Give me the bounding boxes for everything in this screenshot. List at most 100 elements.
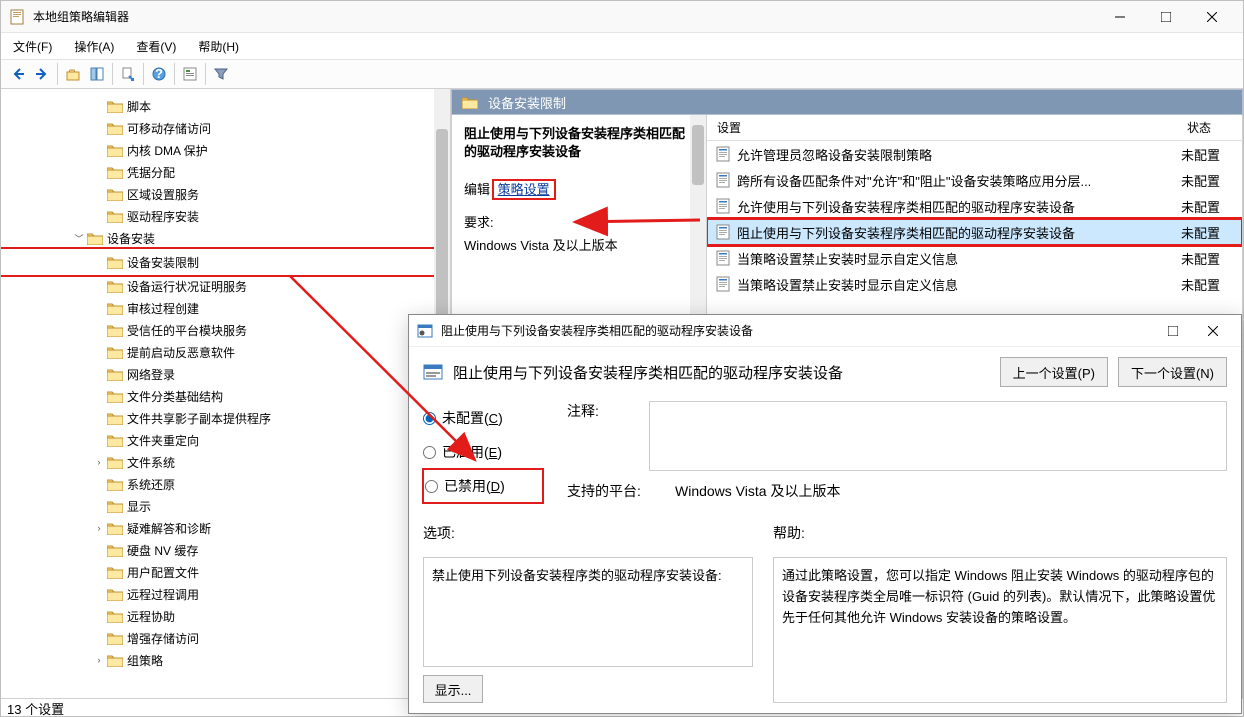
dialog-titlebar: 阻止使用与下列设备安装程序类相匹配的驱动程序安装设备 xyxy=(409,315,1241,347)
tree-node[interactable]: 远程协助 xyxy=(1,605,450,627)
previous-setting-button[interactable]: 上一个设置(P) xyxy=(1000,357,1108,387)
up-level-button[interactable] xyxy=(62,63,84,85)
expand-toggle-icon[interactable] xyxy=(91,278,107,294)
filter-button[interactable] xyxy=(210,63,232,85)
expand-toggle-icon[interactable]: ﹀ xyxy=(71,230,87,246)
tree-node[interactable]: ﹀设备安装 xyxy=(1,227,450,249)
dialog-body: 阻止使用与下列设备安装程序类相匹配的驱动程序安装设备 上一个设置(P) 下一个设… xyxy=(409,347,1241,713)
help-button[interactable]: ? xyxy=(148,63,170,85)
menu-action[interactable]: 操作(A) xyxy=(70,36,118,57)
radio-not-configured[interactable]: 未配置(C) xyxy=(423,401,543,435)
forward-button[interactable] xyxy=(31,63,53,85)
expand-toggle-icon[interactable]: › xyxy=(91,652,107,668)
list-row[interactable]: 阻止使用与下列设备安装程序类相匹配的驱动程序安装设备未配置 xyxy=(707,219,1242,245)
expand-toggle-icon[interactable] xyxy=(91,432,107,448)
tree-node-label: 文件夹重定向 xyxy=(127,432,199,449)
list-row[interactable]: 当策略设置禁止安装时显示自定义信息未配置 xyxy=(707,245,1242,271)
show-hide-tree-button[interactable] xyxy=(86,63,108,85)
expand-toggle-icon[interactable] xyxy=(91,498,107,514)
dialog-close-button[interactable] xyxy=(1193,317,1233,345)
expand-toggle-icon[interactable] xyxy=(91,410,107,426)
tree-node-label: 受信任的平台模块服务 xyxy=(127,322,247,339)
tree-node[interactable]: 用户配置文件 xyxy=(1,561,450,583)
show-button[interactable]: 显示... xyxy=(423,675,483,703)
minimize-button[interactable] xyxy=(1097,1,1143,33)
edit-policy-link[interactable]: 策略设置 xyxy=(494,181,554,198)
tree-node[interactable]: 提前启动反恶意软件 xyxy=(1,341,450,363)
next-setting-button[interactable]: 下一个设置(N) xyxy=(1118,357,1227,387)
tree-node[interactable]: ›疑难解答和诊断 xyxy=(1,517,450,539)
list-row[interactable]: 允许使用与下列设备安装程序类相匹配的驱动程序安装设备未配置 xyxy=(707,193,1242,219)
tree-node[interactable]: 文件夹重定向 xyxy=(1,429,450,451)
tree-node[interactable]: 增强存储访问 xyxy=(1,627,450,649)
tree-node[interactable]: 脚本 xyxy=(1,95,450,117)
expand-toggle-icon[interactable]: › xyxy=(91,454,107,470)
radio-enabled[interactable]: 已启用(E) xyxy=(423,435,543,469)
policy-icon xyxy=(423,363,443,381)
tree-node[interactable]: 区域设置服务 xyxy=(1,183,450,205)
properties-button[interactable] xyxy=(179,63,201,85)
scrollbar-thumb[interactable] xyxy=(692,125,704,185)
radio-not-configured-input[interactable] xyxy=(423,412,436,425)
setting-name: 允许管理员忽略设备安装限制策略 xyxy=(737,145,1177,164)
close-button[interactable] xyxy=(1189,1,1235,33)
expand-toggle-icon[interactable] xyxy=(91,608,107,624)
expand-toggle-icon[interactable] xyxy=(91,120,107,136)
column-setting[interactable]: 设置 xyxy=(707,119,1177,136)
radio-enabled-input[interactable] xyxy=(423,446,436,459)
dialog-maximize-button[interactable] xyxy=(1153,317,1193,345)
tree-node[interactable]: 凭据分配 xyxy=(1,161,450,183)
expand-toggle-icon[interactable] xyxy=(91,142,107,158)
radio-disabled-input[interactable] xyxy=(425,480,438,493)
tree-node[interactable]: 设备运行状况证明服务 xyxy=(1,275,450,297)
expand-toggle-icon[interactable]: › xyxy=(91,520,107,536)
column-state[interactable]: 状态 xyxy=(1177,119,1237,136)
tree-node[interactable]: 文件共享影子副本提供程序 xyxy=(1,407,450,429)
expand-toggle-icon[interactable] xyxy=(91,208,107,224)
tree-node[interactable]: 受信任的平台模块服务 xyxy=(1,319,450,341)
tree-node[interactable]: 文件分类基础结构 xyxy=(1,385,450,407)
folder-icon xyxy=(107,654,123,667)
tree-node[interactable]: 审核过程创建 xyxy=(1,297,450,319)
expand-toggle-icon[interactable] xyxy=(91,388,107,404)
expand-toggle-icon[interactable] xyxy=(91,300,107,316)
expand-toggle-icon[interactable] xyxy=(91,322,107,338)
expand-toggle-icon[interactable] xyxy=(91,542,107,558)
export-list-button[interactable] xyxy=(117,63,139,85)
expand-toggle-icon[interactable] xyxy=(91,476,107,492)
list-row[interactable]: 当策略设置禁止安装时显示自定义信息未配置 xyxy=(707,271,1242,297)
tree-node[interactable]: 驱动程序安装 xyxy=(1,205,450,227)
tree-node[interactable]: ›组策略 xyxy=(1,649,450,671)
expand-toggle-icon[interactable] xyxy=(91,254,107,270)
expand-toggle-icon[interactable] xyxy=(91,164,107,180)
tree-node[interactable]: 显示 xyxy=(1,495,450,517)
expand-toggle-icon[interactable] xyxy=(91,586,107,602)
expand-toggle-icon[interactable] xyxy=(91,630,107,646)
tree-node[interactable]: 远程过程调用 xyxy=(1,583,450,605)
folder-icon xyxy=(107,522,123,535)
menu-help[interactable]: 帮助(H) xyxy=(194,36,243,57)
expand-toggle-icon[interactable] xyxy=(91,344,107,360)
tree-node-label: 审核过程创建 xyxy=(127,300,199,317)
list-row[interactable]: 允许管理员忽略设备安装限制策略未配置 xyxy=(707,141,1242,167)
expand-toggle-icon[interactable] xyxy=(91,186,107,202)
tree-node[interactable]: 硬盘 NV 缓存 xyxy=(1,539,450,561)
tree-node[interactable]: 网络登录 xyxy=(1,363,450,385)
back-button[interactable] xyxy=(7,63,29,85)
maximize-button[interactable] xyxy=(1143,1,1189,33)
tree-node[interactable]: ›文件系统 xyxy=(1,451,450,473)
radio-disabled[interactable]: 已禁用(D) xyxy=(423,469,543,503)
menu-view[interactable]: 查看(V) xyxy=(132,36,180,57)
tree-node-label: 可移动存储访问 xyxy=(127,120,211,137)
tree-node[interactable]: 内核 DMA 保护 xyxy=(1,139,450,161)
comment-textarea[interactable] xyxy=(649,401,1227,471)
list-row[interactable]: 跨所有设备匹配条件对"允许"和"阻止"设备安装策略应用分层...未配置 xyxy=(707,167,1242,193)
expand-toggle-icon[interactable] xyxy=(91,564,107,580)
menu-file[interactable]: 文件(F) xyxy=(9,36,56,57)
folder-icon xyxy=(107,210,123,223)
tree-node[interactable]: 设备安装限制 xyxy=(1,249,450,275)
expand-toggle-icon[interactable] xyxy=(91,366,107,382)
tree-node[interactable]: 可移动存储访问 xyxy=(1,117,450,139)
tree-node[interactable]: 系统还原 xyxy=(1,473,450,495)
expand-toggle-icon[interactable] xyxy=(91,98,107,114)
